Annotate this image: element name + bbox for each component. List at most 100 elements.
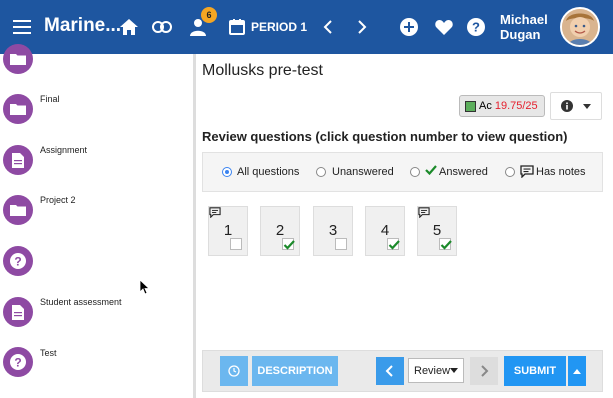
previous-period-button[interactable] (318, 17, 338, 37)
folder-icon (10, 205, 26, 216)
chevron-left-icon (385, 365, 393, 377)
submit-button[interactable]: SUBMIT (504, 356, 566, 386)
filter-answered-radio[interactable] (410, 167, 420, 177)
question-number: 1 (223, 222, 233, 239)
filter-answered-label[interactable]: Answered (439, 166, 488, 178)
mouse-cursor-icon (140, 280, 150, 295)
home-button[interactable] (118, 16, 140, 38)
filter-has-notes-radio[interactable] (505, 167, 515, 177)
question-tile-5[interactable]: 5 (417, 206, 457, 256)
add-circle-icon (400, 18, 418, 36)
link-icon (152, 21, 172, 33)
chevron-left-icon (323, 20, 332, 34)
help-icon: ? (467, 18, 485, 36)
review-heading: Review questions (click question number … (202, 129, 568, 144)
caret-down-icon (450, 368, 458, 373)
check-icon (425, 165, 437, 175)
notification-badge: 6 (201, 7, 217, 23)
question-answered-box (387, 238, 400, 250)
sidebar-item-final-icon[interactable] (3, 94, 33, 124)
caret-down-icon (583, 103, 591, 109)
question-tile-3[interactable]: 3 (313, 206, 353, 256)
question-answered-box (439, 238, 452, 250)
svg-text:?: ? (14, 356, 21, 370)
calendar-icon (229, 19, 245, 35)
next-period-button[interactable] (352, 17, 372, 37)
sidebar-item-assignment[interactable]: Assignment (40, 145, 87, 155)
check-icon (283, 240, 295, 250)
document-icon (12, 152, 24, 168)
sidebar-item-project-2[interactable]: Project 2 (40, 195, 76, 205)
sidebar-item-student-assessment[interactable]: Student assessment (40, 297, 122, 307)
review-select[interactable]: Review (408, 358, 464, 383)
question-tile-1[interactable]: 1 (208, 206, 248, 256)
score-swatch (465, 100, 476, 112)
note-icon (520, 165, 534, 178)
add-button[interactable] (398, 16, 420, 38)
sidebar-item-test[interactable]: Test (40, 348, 57, 358)
sidebar-item-assignment-icon[interactable] (3, 145, 33, 175)
filter-unanswered-radio[interactable] (316, 167, 326, 177)
svg-text:?: ? (472, 20, 480, 35)
link-button[interactable] (151, 16, 173, 38)
previous-question-button[interactable] (376, 357, 404, 385)
user-last-name: Dugan (500, 27, 541, 42)
description-button[interactable]: DESCRIPTION (252, 356, 338, 386)
question-tile-4[interactable]: 4 (365, 206, 405, 256)
sidebar-item-question-icon-1[interactable]: ? (3, 246, 33, 276)
submit-options-button[interactable] (568, 356, 586, 386)
chevron-right-icon (481, 365, 489, 377)
note-icon (418, 207, 430, 218)
note-icon (209, 207, 221, 218)
svg-text:?: ? (14, 255, 21, 269)
user-first-name: Michael (500, 12, 548, 27)
info-menu-button[interactable] (550, 92, 602, 120)
chevron-right-icon (358, 20, 367, 34)
info-icon (561, 100, 573, 112)
heart-icon (435, 20, 453, 35)
question-number: 3 (328, 222, 338, 239)
menu-icon (13, 20, 31, 34)
folder-icon (10, 104, 26, 115)
check-icon (388, 240, 400, 250)
filter-all-radio[interactable] (222, 167, 232, 177)
folder-icon (10, 54, 26, 65)
question-icon: ? (10, 354, 26, 370)
sidebar-item-folder-icon-1[interactable] (3, 44, 33, 74)
caret-up-icon (573, 368, 581, 374)
page-title: Mollusks pre-test (202, 62, 323, 79)
score-prefix: Ac (479, 100, 492, 112)
score-value: 19.75/25 (494, 100, 538, 112)
question-answered-box (282, 238, 295, 250)
sidebar-item-final[interactable]: Final (40, 94, 60, 104)
top-app-bar: Marine... 6 PERIOD 1 ? Michael Dugan (0, 0, 613, 54)
avatar[interactable] (560, 7, 600, 47)
question-tile-2[interactable]: 2 (260, 206, 300, 256)
sidebar-item-test-icon[interactable]: ? (3, 347, 33, 377)
question-answered-box (335, 238, 347, 250)
next-question-button[interactable] (470, 357, 498, 385)
avatar-photo (562, 9, 598, 45)
help-button[interactable]: ? (465, 16, 487, 38)
question-answered-box (230, 238, 242, 250)
review-select-value: Review (414, 364, 451, 377)
menu-button[interactable] (10, 16, 34, 38)
period-selector[interactable]: PERIOD 1 (229, 16, 307, 38)
filter-unanswered-label[interactable]: Unanswered (332, 166, 394, 178)
user-name[interactable]: Michael Dugan (500, 12, 548, 42)
question-icon: ? (10, 253, 26, 269)
favorites-button[interactable] (433, 16, 455, 38)
check-icon (440, 240, 452, 250)
sidebar-item-project-2-icon[interactable] (3, 195, 33, 225)
home-icon (120, 19, 138, 35)
question-number: 5 (432, 222, 442, 239)
score-chip[interactable]: Ac 19.75/25 (459, 95, 545, 117)
filter-has-notes-label[interactable]: Has notes (536, 166, 586, 178)
filter-all-label[interactable]: All questions (237, 166, 299, 178)
timer-button[interactable] (220, 356, 248, 386)
document-icon (12, 304, 24, 320)
question-number: 4 (380, 222, 390, 239)
sidebar-item-student-assessment-icon[interactable] (3, 297, 33, 327)
question-filter-bar: All questions Unanswered Answered Has no… (202, 152, 603, 192)
app-title[interactable]: Marine... (44, 15, 121, 37)
